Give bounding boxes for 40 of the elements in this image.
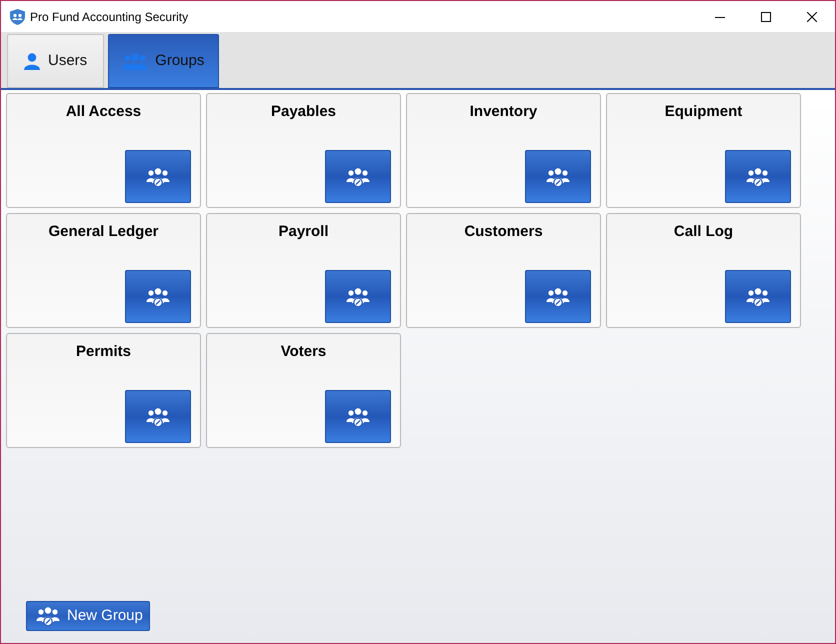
group-button[interactable] xyxy=(525,270,591,323)
group-button[interactable] xyxy=(325,270,391,323)
window-title: Pro Fund Accounting Security xyxy=(30,8,188,26)
group-name: Customers xyxy=(464,222,543,242)
tab[interactable]: Users xyxy=(7,34,104,88)
group-icon xyxy=(746,286,770,306)
group-name: All Access xyxy=(66,102,142,122)
group-icon xyxy=(123,52,148,70)
close-icon xyxy=(807,12,817,22)
maximize-icon xyxy=(761,12,771,22)
group-button[interactable] xyxy=(725,270,791,323)
group-icon xyxy=(346,166,370,186)
group-button[interactable] xyxy=(525,150,591,203)
group-icon xyxy=(346,286,370,306)
group-icon xyxy=(146,166,170,186)
group-name: Voters xyxy=(280,342,326,362)
shield-icon xyxy=(10,8,25,24)
group-button[interactable] xyxy=(325,150,391,203)
group-name: Equipment xyxy=(664,102,742,122)
group-name: General Ledger xyxy=(48,222,159,242)
group-icon xyxy=(546,166,570,186)
group-button[interactable] xyxy=(725,150,791,203)
group-name: Permits xyxy=(76,342,132,362)
user-icon xyxy=(24,52,40,70)
group-icon xyxy=(546,286,570,306)
group-button[interactable] xyxy=(125,270,191,323)
group-button[interactable] xyxy=(325,390,391,443)
group-name: Call Log xyxy=(674,222,734,242)
tab[interactable]: Groups xyxy=(108,34,220,88)
group-name: Payroll xyxy=(278,222,329,242)
group-name: Inventory xyxy=(470,102,538,122)
group-icon xyxy=(146,286,170,306)
group-icon xyxy=(146,406,170,426)
group-icon xyxy=(346,406,370,426)
group-button[interactable] xyxy=(125,150,191,203)
new-group-button[interactable]: New Group xyxy=(26,601,150,631)
group-icon xyxy=(746,166,770,186)
group-add-icon xyxy=(36,606,60,626)
group-name: Payables xyxy=(270,102,336,122)
group-button[interactable] xyxy=(125,390,191,443)
